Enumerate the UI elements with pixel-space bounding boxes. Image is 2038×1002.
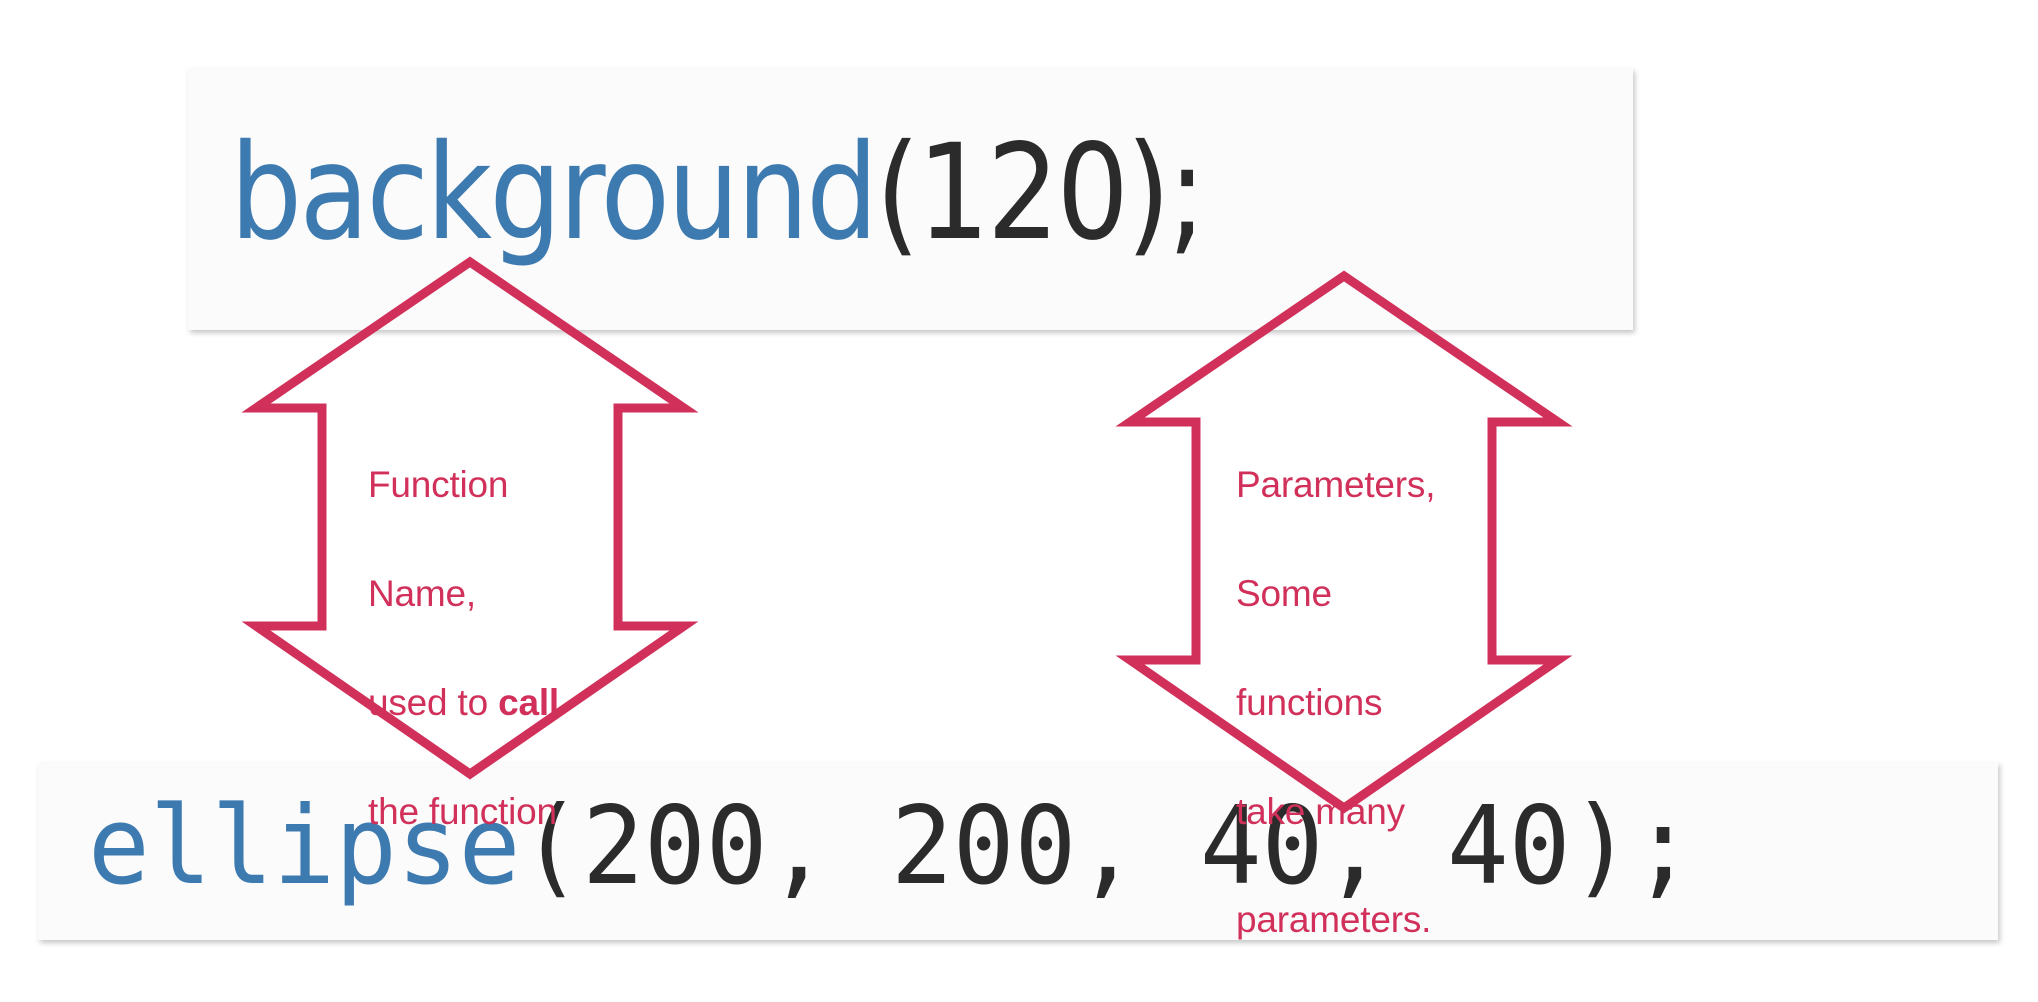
annotation-left-line-4: the function <box>368 790 557 832</box>
code-line-top: background(120); <box>230 127 1206 259</box>
code-snippet-background: background(120); <box>188 68 1633 330</box>
annotation-right-line-5: parameters. <box>1236 899 1432 941</box>
code-function-name-background: background <box>230 116 878 270</box>
annotation-left-line-1: Function <box>368 464 509 506</box>
diagram-canvas: background(120); ellipse(200, 200, 40, 4… <box>0 0 2038 978</box>
annotation-left-line-3: used to call <box>368 676 668 730</box>
annotation-left-line-2: Name, <box>368 573 476 615</box>
code-arguments-background: (120); <box>875 116 1207 270</box>
annotation-function-name: Function Name, used to call the function <box>368 404 668 893</box>
annotation-parameters: Parameters, Some functions take many par… <box>1236 404 1536 1002</box>
annotation-right-line-4: take many <box>1236 790 1405 832</box>
code-snippet-ellipse: ellipse(200, 200, 40, 40); <box>38 762 1998 940</box>
annotation-right-line-3: functions <box>1236 681 1383 723</box>
annotation-left-line-3-emphasis: call <box>498 681 559 723</box>
annotation-right-line-1: Parameters, <box>1236 464 1436 506</box>
annotation-right-line-2: Some <box>1236 573 1332 615</box>
annotation-left-line-3-prefix: used to <box>368 681 499 723</box>
